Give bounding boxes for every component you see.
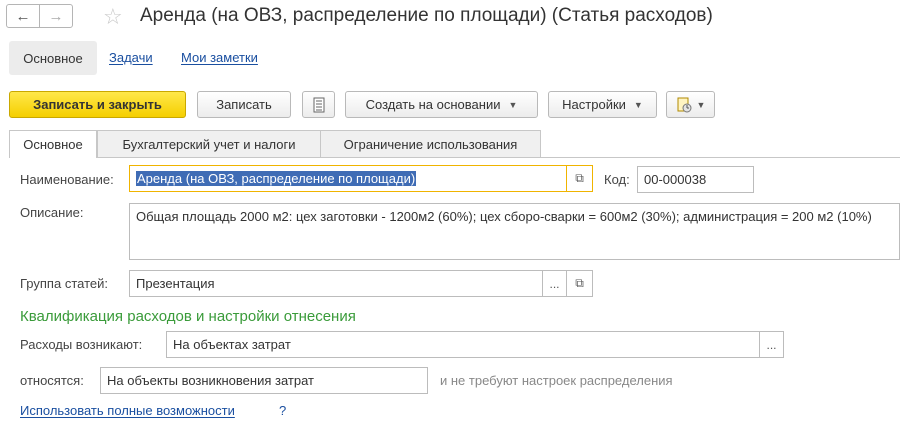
tab-usage-restriction[interactable]: Ограничение использования (320, 130, 541, 157)
save-and-close-button[interactable]: Записать и закрыть (9, 91, 186, 118)
code-label: Код: (604, 172, 630, 187)
group-label: Группа статей: (20, 276, 108, 291)
open-window-icon: ⧉ (575, 171, 584, 185)
name-value: Аренда (на ОВЗ, распределение по площади… (136, 171, 417, 186)
arrow-right-icon: → (48, 7, 64, 25)
command-tab-main[interactable]: Основное (9, 41, 97, 75)
group-select-button[interactable]: ... (542, 270, 567, 297)
name-label: Наименование: (20, 172, 114, 187)
code-input[interactable]: 00-000038 (637, 166, 754, 193)
tab-accounting[interactable]: Бухгалтерский учет и налоги (97, 130, 321, 157)
open-group-button[interactable]: ⧉ (566, 270, 593, 297)
create-based-on-label: Создать на основании (365, 97, 501, 112)
command-tab-tasks[interactable]: Задачи (109, 50, 153, 65)
save-label: Записать (216, 97, 272, 112)
save-and-close-label: Записать и закрыть (33, 97, 162, 112)
settings-label: Настройки (562, 97, 626, 112)
name-input[interactable]: Аренда (на ОВЗ, распределение по площади… (129, 165, 567, 192)
arise-input[interactable]: На объектах затрат (166, 331, 760, 358)
full-features-link[interactable]: Использовать полные возможности (20, 403, 235, 418)
ellipsis-icon: ... (549, 276, 560, 291)
document-list-icon (313, 97, 324, 112)
settings-button[interactable]: Настройки ▼ (548, 91, 657, 118)
distribution-note: и не требуют настроек распределения (440, 373, 673, 388)
assigned-label: относятся: (20, 373, 84, 388)
command-tab-notes[interactable]: Мои заметки (181, 50, 258, 65)
chevron-down-icon: ▼ (633, 99, 643, 110)
ellipsis-icon: ... (766, 337, 777, 352)
assigned-input[interactable]: На объекты возникновения затрат (100, 367, 428, 394)
create-based-on-button[interactable]: Создать на основании ▼ (345, 91, 538, 118)
group-input[interactable]: Презентация (129, 270, 543, 297)
forward-button[interactable]: → (39, 4, 73, 28)
description-textarea[interactable]: Общая площадь 2000 м2: цех заготовки - 1… (129, 203, 900, 260)
back-button[interactable]: ← (6, 4, 40, 28)
chevron-down-icon: ▼ (508, 99, 518, 110)
window-title: Аренда (на ОВЗ, распределение по площади… (140, 5, 713, 26)
tab-main[interactable]: Основное (9, 130, 97, 158)
arrow-left-icon: ← (15, 7, 31, 25)
description-label: Описание: (20, 205, 84, 220)
open-name-button[interactable]: ⧉ (566, 165, 593, 192)
structure-button[interactable] (302, 91, 335, 118)
open-window-icon: ⧉ (575, 276, 584, 290)
favorite-star-icon[interactable]: ☆ (103, 4, 123, 30)
tabs-divider (9, 157, 900, 158)
chevron-down-icon: ▼ (696, 99, 706, 110)
help-link[interactable]: ? (279, 403, 286, 418)
arise-select-button[interactable]: ... (759, 331, 784, 358)
save-button[interactable]: Записать (197, 91, 291, 118)
report-icon (677, 97, 692, 112)
arise-label: Расходы возникают: (20, 337, 143, 352)
section-title: Квалификация расходов и настройки отнесе… (20, 308, 356, 325)
print-menu-button[interactable]: ▼ (666, 91, 715, 118)
